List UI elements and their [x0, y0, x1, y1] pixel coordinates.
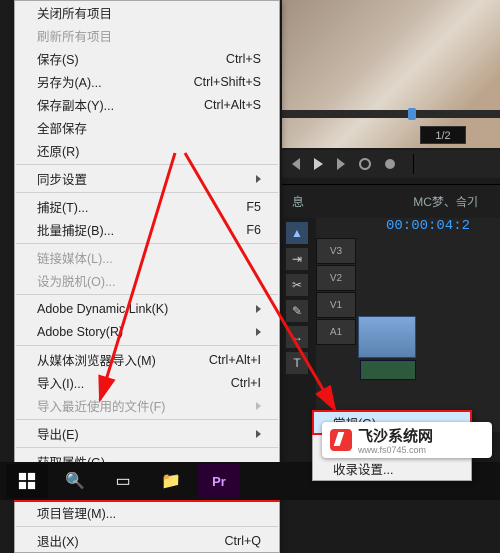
menu-save-copy[interactable]: 保存副本(Y)...Ctrl+Alt+S — [15, 93, 279, 116]
scrubber-playhead[interactable] — [408, 108, 416, 120]
menu-make-offline: 设为脱机(O)... — [15, 269, 279, 292]
menu-separator — [16, 243, 278, 244]
chevron-right-icon — [256, 430, 261, 438]
track-v3[interactable]: V3 — [316, 238, 356, 264]
divider — [413, 154, 414, 174]
step-back-icon[interactable] — [292, 158, 300, 170]
watermark: 飞沙系统网 www.fs0745.com — [322, 422, 492, 458]
menu-separator — [16, 345, 278, 346]
track-select-tool-icon[interactable]: ⇥ — [286, 248, 308, 270]
chevron-right-icon — [256, 175, 261, 183]
play-icon[interactable] — [314, 158, 323, 170]
task-view-icon[interactable]: ▭ — [102, 464, 144, 498]
chevron-right-icon — [256, 328, 261, 336]
watermark-url: www.fs0745.com — [358, 446, 433, 455]
start-button[interactable] — [6, 464, 48, 498]
menu-separator — [16, 192, 278, 193]
menu-save-as[interactable]: 另存为(A)...Ctrl+Shift+S — [15, 70, 279, 93]
track-v1[interactable]: V1 — [316, 292, 356, 318]
menu-batch-capture[interactable]: 批量捕捉(B)...F6 — [15, 218, 279, 241]
menu-separator — [16, 526, 278, 527]
video-clip[interactable] — [358, 316, 416, 358]
step-forward-icon[interactable] — [337, 158, 345, 170]
timecode[interactable]: 00:00:04:2 — [380, 218, 470, 234]
menu-save[interactable]: 保存(S)Ctrl+S — [15, 47, 279, 70]
menu-adobe-story[interactable]: Adobe Story(R) — [15, 320, 279, 343]
selection-tool-icon[interactable]: ▲ — [286, 222, 308, 244]
zoom-level[interactable]: 1/2 — [420, 126, 466, 144]
track-labels: V3 V2 V1 A1 — [316, 238, 356, 346]
menu-export[interactable]: 导出(E) — [15, 422, 279, 445]
submenu-ingest[interactable]: 收录设置... — [313, 457, 471, 480]
menu-exit[interactable]: 退出(X)Ctrl+Q — [15, 529, 279, 552]
folder-taskbar-icon[interactable]: 📁 — [150, 464, 192, 498]
loop-icon[interactable] — [359, 158, 371, 170]
pen-tool-icon[interactable]: T — [286, 352, 308, 374]
sequence-tab[interactable]: MC梦、슼기 — [403, 193, 488, 210]
slip-tool-icon[interactable]: ↔ — [286, 326, 308, 348]
search-taskbar-icon[interactable]: 🔍 — [54, 464, 96, 498]
preview-scrubber[interactable] — [282, 110, 500, 118]
chevron-right-icon — [256, 402, 261, 410]
menu-import-from-browser[interactable]: 从媒体浏览器导入(M)Ctrl+Alt+I — [15, 348, 279, 371]
record-icon[interactable] — [385, 159, 395, 169]
menu-refresh-all: 刷新所有项目 — [15, 24, 279, 47]
menu-sync-settings[interactable]: 同步设置 — [15, 167, 279, 190]
tool-column: ▲ ⇥ ✂ ✎ ↔ T — [286, 218, 312, 374]
chevron-right-icon — [256, 305, 261, 313]
menu-link-media: 链接媒体(L)... — [15, 246, 279, 269]
menu-separator — [16, 164, 278, 165]
timeline-header: 息 MC梦、슼기 — [282, 184, 500, 218]
windows-icon — [18, 472, 36, 490]
razor-tool-icon[interactable]: ✎ — [286, 300, 308, 322]
track-v2[interactable]: V2 — [316, 265, 356, 291]
menu-revert[interactable]: 还原(R) — [15, 139, 279, 162]
track-a1[interactable]: A1 — [316, 319, 356, 345]
preview-monitor — [282, 0, 500, 148]
menu-separator — [16, 447, 278, 448]
transport-toolbar — [282, 150, 500, 178]
menu-import[interactable]: 导入(I)...Ctrl+I — [15, 371, 279, 394]
audio-clip[interactable] — [360, 360, 416, 380]
menu-separator — [16, 419, 278, 420]
menu-save-all[interactable]: 全部保存 — [15, 116, 279, 139]
menu-capture[interactable]: 捕捉(T)...F5 — [15, 195, 279, 218]
panel-tab[interactable]: 息 — [282, 193, 314, 210]
ripple-tool-icon[interactable]: ✂ — [286, 274, 308, 296]
menu-close-all[interactable]: 关闭所有项目 — [15, 1, 279, 24]
premiere-taskbar-icon[interactable]: Pr — [198, 464, 240, 498]
watermark-logo-icon — [330, 429, 352, 451]
menu-project-manager[interactable]: 项目管理(M)... — [15, 501, 279, 524]
menu-dynamic-link[interactable]: Adobe Dynamic Link(K) — [15, 297, 279, 320]
menu-separator — [16, 294, 278, 295]
watermark-name: 飞沙系统网 — [358, 428, 433, 445]
menu-import-recent: 导入最近使用的文件(F) — [15, 394, 279, 417]
